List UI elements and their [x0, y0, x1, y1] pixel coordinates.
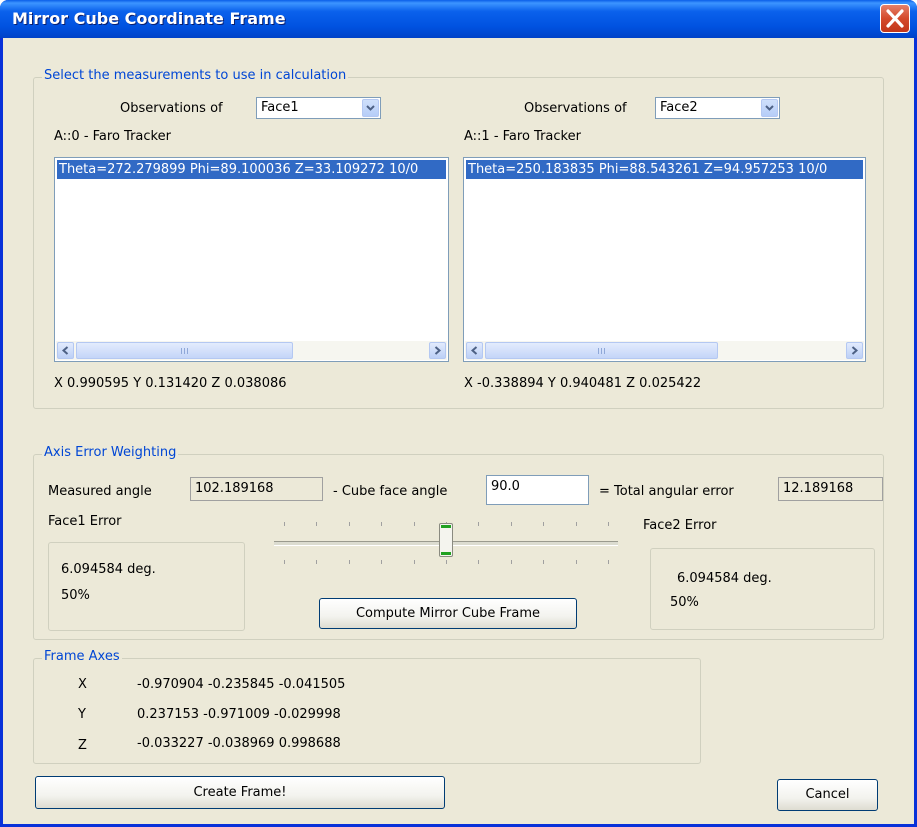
grip-icon [180, 348, 189, 354]
cube-face-angle-value: 90.0 [491, 479, 520, 494]
create-frame-button[interactable]: Create Frame! [35, 776, 445, 809]
close-button[interactable] [880, 4, 910, 33]
chevron-left-icon [62, 346, 69, 355]
frame-axis-x-values: -0.970904 -0.235845 -0.041505 [137, 677, 346, 692]
slider-tick [316, 560, 318, 564]
slider-tick [543, 522, 545, 526]
right-scroll-thumb[interactable] [485, 342, 718, 359]
slider-tick [575, 560, 577, 564]
slider-thumb[interactable] [439, 523, 453, 557]
slider-tick [543, 560, 545, 564]
measured-angle-label: Measured angle [48, 484, 152, 499]
measured-angle-field: 102.189168 [190, 477, 323, 501]
dialog-window: Mirror Cube Coordinate Frame Select the … [0, 0, 917, 827]
axis-error-weighting-group: Axis Error Weighting Measured angle 102.… [33, 445, 884, 640]
right-observations-label: Observations of [524, 101, 627, 116]
frame-axis-z-values: -0.033227 -0.038969 0.998688 [137, 736, 341, 751]
title-bar[interactable]: Mirror Cube Coordinate Frame [0, 0, 917, 38]
left-horizontal-scrollbar[interactable] [56, 341, 447, 360]
compute-mirror-cube-frame-button[interactable]: Compute Mirror Cube Frame [319, 598, 577, 629]
slider-tick [510, 560, 512, 564]
slider-tick [413, 560, 415, 564]
slider-tick [348, 560, 350, 564]
right-scroll-right-button[interactable] [846, 342, 863, 359]
frame-axis-z-label: Z [78, 738, 87, 753]
slider-tick [284, 560, 285, 564]
measurement-selection-group: Select the measurements to use in calcul… [33, 68, 884, 409]
total-angular-error-label: = Total angular error [599, 484, 734, 499]
frame-axes-group-label: Frame Axes [42, 649, 122, 664]
left-scroll-thumb[interactable] [76, 342, 293, 359]
left-observations-list[interactable]: Theta=272.279899 Phi=89.100036 Z=33.1092… [54, 157, 449, 362]
frame-axis-y-values: 0.237153 -0.971009 -0.029998 [137, 707, 341, 722]
left-instrument-label: A::0 - Faro Tracker [54, 129, 171, 144]
right-horizontal-scrollbar[interactable] [465, 341, 864, 360]
right-face-select[interactable]: Face2 [655, 97, 780, 119]
right-scroll-left-button[interactable] [466, 342, 483, 359]
slider-tick [608, 560, 609, 564]
close-icon [886, 9, 904, 28]
chevron-down-icon [366, 105, 375, 111]
slider-tick [348, 522, 350, 526]
slider-tick [575, 522, 577, 526]
frame-axis-y-label: Y [78, 707, 86, 722]
left-face-dropdown-button[interactable] [362, 99, 379, 117]
frame-axis-x-label: X [78, 677, 87, 692]
slider-tick [608, 522, 609, 526]
right-observations-list[interactable]: Theta=250.183835 Phi=88.543261 Z=94.9572… [463, 157, 866, 362]
slider-tick [316, 522, 318, 526]
face1-error-box: 6.094584 deg. 50% [48, 542, 245, 631]
face1-error-percent: 50% [61, 588, 90, 603]
slider-ticks-bottom [274, 560, 618, 565]
slider-tick [413, 522, 415, 526]
total-angular-error-value: 12.189168 [783, 481, 854, 496]
slider-tick [510, 522, 512, 526]
measurement-selection-group-label: Select the measurements to use in calcul… [42, 68, 349, 83]
slider-tick [381, 560, 383, 564]
frame-axes-group: Frame Axes X -0.970904 -0.235845 -0.0415… [33, 649, 701, 764]
left-face-value: Face1 [261, 100, 299, 115]
face2-error-box: 6.094584 deg. 50% [650, 548, 875, 630]
left-scroll-right-button[interactable] [429, 342, 446, 359]
left-face-select[interactable]: Face1 [256, 97, 381, 119]
chevron-right-icon [434, 346, 441, 355]
error-weighting-slider[interactable] [274, 513, 618, 573]
slider-tick [478, 560, 480, 564]
right-face-dropdown-button[interactable] [761, 99, 778, 117]
left-list-item[interactable]: Theta=272.279899 Phi=89.100036 Z=33.1092… [57, 160, 446, 179]
slider-tick [284, 522, 285, 526]
right-axis-vector: X -0.338894 Y 0.940481 Z 0.025422 [464, 376, 702, 391]
window-title: Mirror Cube Coordinate Frame [12, 9, 286, 28]
slider-tick [478, 522, 480, 526]
face2-error-label: Face2 Error [643, 518, 717, 533]
chevron-left-icon [471, 346, 478, 355]
measured-angle-value: 102.189168 [195, 481, 274, 496]
face2-error-degrees: 6.094584 deg. [677, 571, 772, 586]
left-axis-vector: X 0.990595 Y 0.131420 Z 0.038086 [54, 376, 287, 391]
left-observations-label: Observations of [120, 101, 223, 116]
grip-icon [597, 348, 606, 354]
total-angular-error-field: 12.189168 [778, 477, 883, 501]
chevron-down-icon [765, 105, 774, 111]
right-instrument-label: A::1 - Faro Tracker [464, 129, 581, 144]
cube-face-angle-input[interactable]: 90.0 [486, 475, 589, 505]
cancel-button[interactable]: Cancel [777, 779, 878, 811]
right-list-item[interactable]: Theta=250.183835 Phi=88.543261 Z=94.9572… [466, 160, 863, 179]
face1-error-degrees: 6.094584 deg. [61, 562, 156, 577]
cube-face-angle-label: - Cube face angle [333, 484, 448, 499]
axis-error-weighting-group-label: Axis Error Weighting [42, 445, 179, 460]
left-scroll-left-button[interactable] [57, 342, 74, 359]
face2-error-percent: 50% [670, 595, 699, 610]
face1-error-label: Face1 Error [48, 514, 122, 529]
right-face-value: Face2 [660, 100, 698, 115]
slider-tick [446, 560, 447, 564]
chevron-right-icon [851, 346, 858, 355]
slider-tick [381, 522, 383, 526]
